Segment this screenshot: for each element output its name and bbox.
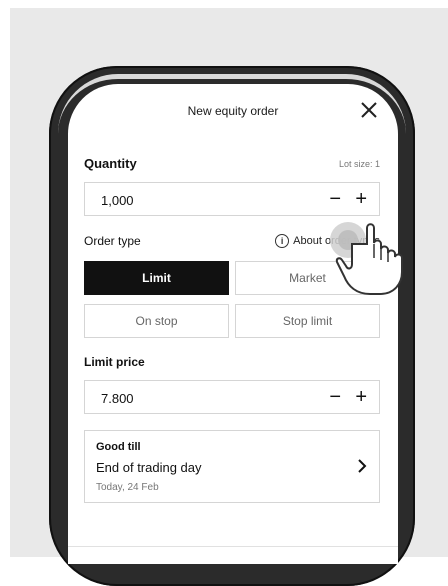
order-type-on-stop[interactable]: On stop — [84, 304, 229, 338]
limit-price-label: Limit price — [84, 355, 145, 369]
quantity-input[interactable]: 1,000 − + — [84, 182, 380, 216]
quantity-increase-button[interactable]: + — [355, 189, 367, 209]
chevron-right-icon — [358, 459, 367, 473]
info-icon: i — [275, 234, 290, 248]
divider — [68, 546, 398, 547]
order-type-label: Order type — [84, 234, 141, 248]
page-title: New equity order — [187, 104, 279, 118]
order-screen: New equity order Quantity Lot size: 1 1,… — [68, 84, 398, 564]
lot-size-text: Lot size: 1 — [338, 159, 380, 169]
order-type-limit[interactable]: Limit — [84, 261, 229, 295]
limit-price-increase-button[interactable]: + — [355, 387, 367, 407]
limit-price-decrease-button[interactable]: − — [329, 387, 341, 407]
good-till-label: Good till — [96, 441, 141, 453]
quantity-value: 1,000 — [101, 193, 134, 208]
good-till-date: Today, 24 Feb — [96, 482, 159, 493]
close-icon[interactable] — [358, 99, 380, 121]
pointer-hand-icon — [330, 222, 403, 295]
quantity-label: Quantity — [84, 156, 137, 171]
good-till-value: End of trading day — [96, 460, 202, 475]
limit-price-value: 7.800 — [101, 391, 134, 406]
order-type-stop-limit[interactable]: Stop limit — [235, 304, 380, 338]
good-till-selector[interactable]: Good till End of trading day Today, 24 F… — [84, 430, 380, 503]
quantity-decrease-button[interactable]: − — [329, 189, 341, 209]
limit-price-input[interactable]: 7.800 − + — [84, 380, 380, 414]
